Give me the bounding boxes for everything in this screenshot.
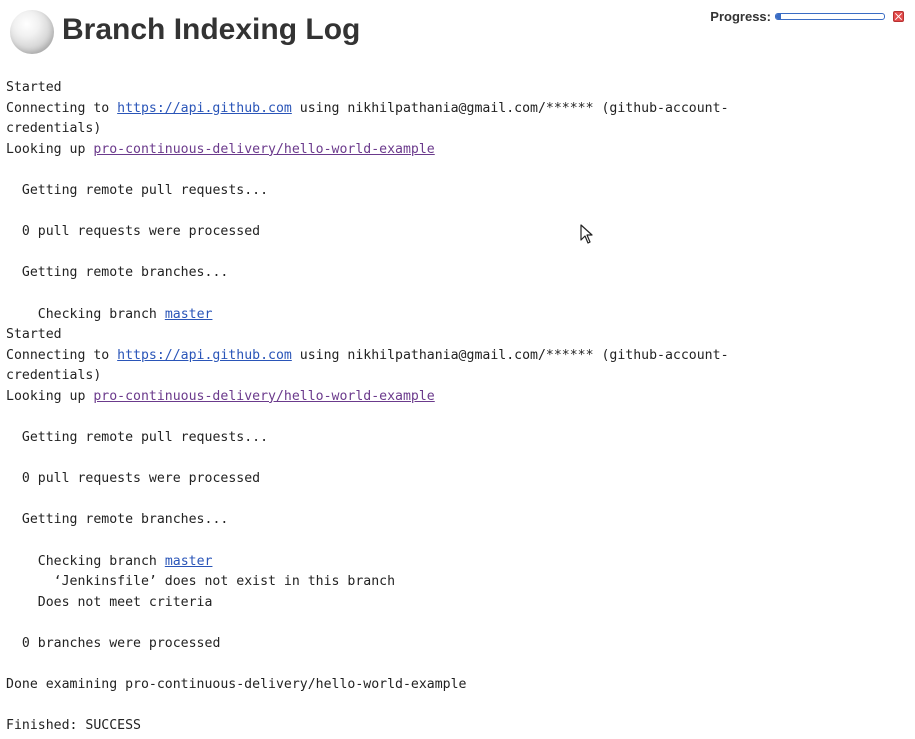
log-line-blank xyxy=(6,655,906,676)
log-line: 0 branches were processed xyxy=(6,636,221,652)
repository-link[interactable]: pro-continuous-delivery/hello-world-exam… xyxy=(93,389,434,404)
log-line-blank xyxy=(6,531,906,552)
log-line: Looking up pro-continuous-delivery/hello… xyxy=(6,388,435,404)
api-github-link[interactable]: https://api.github.com xyxy=(117,348,292,363)
log-line: Started xyxy=(6,80,62,95)
log-line: Getting remote pull requests... xyxy=(6,430,269,446)
log-line-blank xyxy=(6,243,906,264)
log-line-blank xyxy=(6,284,906,305)
log-line: ‘Jenkinsfile’ does not exist in this bra… xyxy=(6,574,396,590)
log-line: 0 pull requests were processed xyxy=(6,224,261,240)
log-line: Finished: SUCCESS xyxy=(6,718,141,734)
log-line-blank xyxy=(6,613,906,634)
log-line: Getting remote pull requests... xyxy=(6,182,269,198)
log-line: Checking branch master xyxy=(6,553,213,569)
log-line: Checking branch master xyxy=(6,306,213,322)
log-line: Connecting to https://api.github.com usi… xyxy=(6,347,729,363)
log-line: Getting remote branches... xyxy=(6,265,229,281)
log-line-blank xyxy=(6,490,906,511)
progress-label: Progress: xyxy=(710,8,771,24)
grey-ball-icon xyxy=(10,10,54,54)
log-line-blank xyxy=(6,696,906,717)
log-line: Connecting to https://api.github.com usi… xyxy=(6,100,729,116)
progress-bar xyxy=(775,12,885,20)
log-line: Looking up pro-continuous-delivery/hello… xyxy=(6,141,435,157)
log-line: Done examining pro-continuous-delivery/h… xyxy=(6,677,467,693)
progress-indicator: Progress: xyxy=(710,6,904,26)
log-line-blank xyxy=(6,202,906,223)
branch-master-link[interactable]: master xyxy=(165,554,213,569)
page-title: Branch Indexing Log xyxy=(62,13,361,46)
progress-bar-fill xyxy=(776,13,782,19)
log-line: Started xyxy=(6,327,62,343)
log-line: credentials) xyxy=(6,368,102,384)
api-github-link[interactable]: https://api.github.com xyxy=(117,101,292,116)
stop-icon[interactable] xyxy=(893,10,904,22)
console-output: Started Connecting to https://api.github… xyxy=(6,78,906,737)
page-header: Branch Indexing Log Progress: xyxy=(8,6,908,54)
log-line: Does not meet criteria xyxy=(6,594,213,610)
log-line: Getting remote branches... xyxy=(6,512,229,528)
repository-link[interactable]: pro-continuous-delivery/hello-world-exam… xyxy=(93,142,434,157)
log-line: credentials) xyxy=(6,121,102,137)
log-line-blank xyxy=(6,160,906,181)
log-line-blank xyxy=(6,408,906,429)
branch-master-link[interactable]: master xyxy=(165,307,213,322)
log-line-blank xyxy=(6,449,906,470)
log-line: 0 pull requests were processed xyxy=(6,471,261,487)
mouse-pointer-icon xyxy=(580,224,593,244)
